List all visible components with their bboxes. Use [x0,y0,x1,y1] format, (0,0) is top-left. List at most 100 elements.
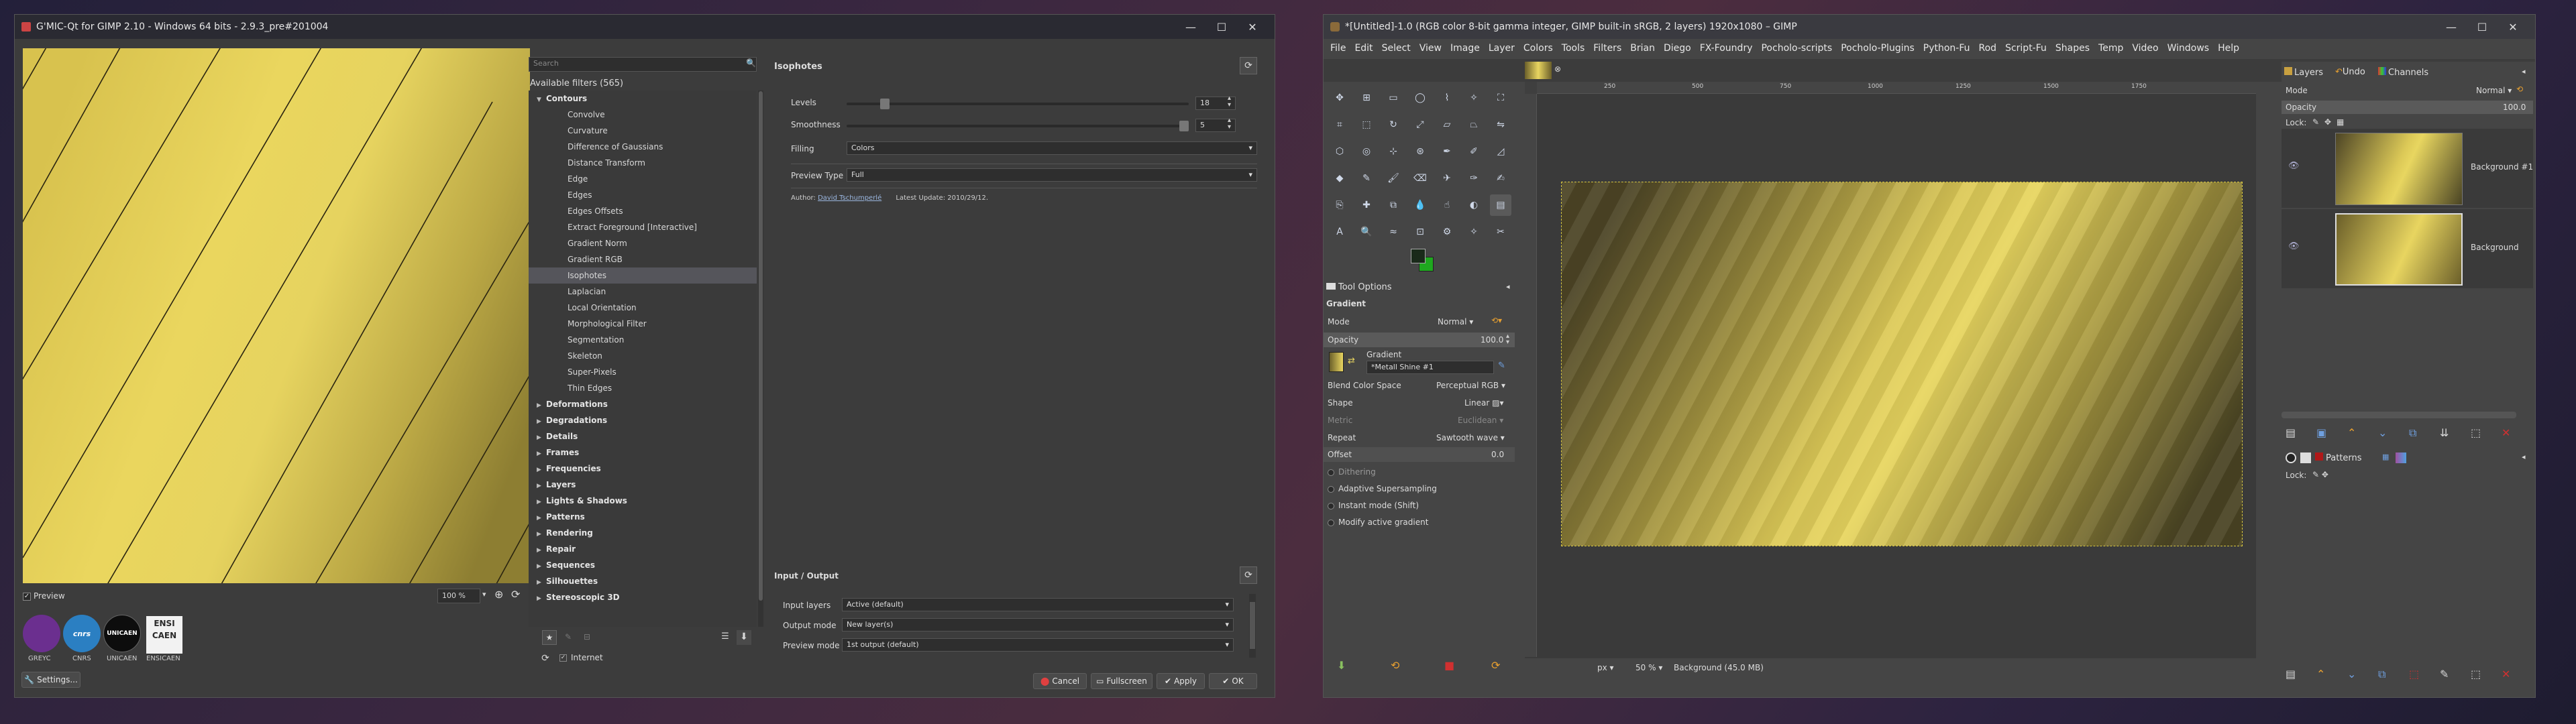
canvas-vscrollbar[interactable] [2247,95,2253,645]
delete-layer-icon[interactable]: ✕ [2502,426,2510,439]
dock-menu-icon[interactable]: ◂ [2522,67,2526,76]
patterns-lock-icon[interactable]: ✎ ✥ [2312,470,2328,479]
perspective-clone-tool-icon[interactable]: ⧉ [1383,194,1404,216]
gradient-name-field[interactable]: *Metall Shine #1 [1366,361,1494,374]
move-tool-icon[interactable]: ✥ [1329,87,1350,109]
tab-channels[interactable]: Channels [2378,67,2428,78]
preview-mode-select[interactable]: 1st output (default) ▾ [842,638,1234,652]
output-mode-select[interactable]: New layer(s) ▾ [842,618,1234,631]
canvas-area[interactable]: 250 500 750 1000 1250 1500 1750 [1525,82,2256,658]
lock-alpha-icon[interactable]: ▦ [2337,117,2344,127]
paint-bucket-tool-icon[interactable]: ◆ [1329,168,1350,189]
edit-gradient-icon[interactable]: ✎ [1498,361,1505,371]
category-item[interactable]: ▶ Degradations [529,412,757,428]
mypaint-tool-icon[interactable]: ✍ [1490,168,1511,189]
dithering-checkbox[interactable]: Dithering [1328,467,1376,477]
filter-item[interactable]: Distance Transform [529,155,757,171]
opacity-value[interactable]: 100.0 [1481,335,1503,345]
repeat-select[interactable]: Sawtooth wave ▾ [1436,433,1505,442]
levels-spin-arrows-icon[interactable]: ▴ ▾ [1228,95,1231,109]
toggle-visibility-icon[interactable]: ☰ [718,630,733,645]
filter-item[interactable]: Morphological Filter [529,316,757,332]
filter-item[interactable]: Local Orientation [529,300,757,316]
filter-item[interactable]: Convolve [529,107,757,123]
category-item[interactable]: ▶ Rendering [529,525,757,541]
tab-layers[interactable]: Layers [2284,67,2323,78]
add-favorite-icon[interactable]: ★ [542,630,557,645]
foreground-color-swatch[interactable] [1411,249,1426,263]
gradient-preview[interactable] [1329,352,1344,372]
zoom-select[interactable]: 50 % ▾ [1635,663,1662,672]
rotate-tool-icon[interactable]: ↻ [1383,114,1404,135]
menu-fx-foundry[interactable]: FX-Foundry [1700,43,1753,54]
category-item[interactable]: ▶ Frames [529,444,757,461]
filter-item[interactable]: Extract Foreground [Interactive] [529,219,757,235]
shear-tool-icon[interactable]: ▱ [1436,114,1458,135]
pattern-edit-icon[interactable]: ✎ [2440,668,2449,680]
vertical-ruler[interactable] [1525,94,1537,657]
horizontal-ruler[interactable]: 250 500 750 1000 1250 1500 1750 [1537,82,2256,94]
zoom-dropdown-icon[interactable]: ▾ [482,590,486,599]
zoom-fit-icon[interactable]: ⊕ [494,588,503,601]
flip-tool-icon[interactable]: ⇋ [1490,114,1511,135]
gradient-reverse-icon[interactable]: ⇄ [1348,356,1355,366]
input-layers-select[interactable]: Active (default) ▾ [842,598,1234,611]
panel-menu-icon[interactable]: ◂ [1506,282,1510,291]
handle-tool-icon[interactable]: ⊹ [1383,141,1404,162]
save-options-icon[interactable]: ⬇ [1337,659,1346,672]
filter-tree-scrollbar[interactable] [758,90,763,627]
rect-select-tool-icon[interactable]: ▭ [1383,87,1404,109]
apply-button[interactable]: ✔ Apply [1157,673,1205,689]
filter-search-input[interactable]: Search [529,57,757,72]
menu-filters[interactable]: Filters [1593,43,1621,54]
filter-item[interactable]: Super-Pixels [529,364,757,380]
merge-layer-icon[interactable]: ⇊ [2440,426,2449,439]
menu-tools[interactable]: Tools [1562,43,1585,54]
menu-python-fu[interactable]: Python-Fu [1923,43,1970,54]
gimp-minimize-button[interactable]: — [2436,15,2467,39]
fonts-tab-icon[interactable]: ▦ [2382,452,2389,461]
layer-row-1[interactable]: 👁 Background #1 [2282,129,2533,208]
pattern-select-icon[interactable]: ⬚ [2471,668,2481,680]
text-tool-icon[interactable]: A [1329,221,1350,243]
menu-shapes[interactable]: Shapes [2055,43,2090,54]
io-reset-icon[interactable]: ⟳ [1240,566,1257,584]
free-select-tool-icon[interactable]: ⌇ [1436,87,1458,109]
color-picker-tool-icon[interactable]: ✐ [1463,141,1485,162]
cancel-button[interactable]: ⬤ Cancel [1033,673,1087,689]
mode-select[interactable]: Normal ▾ [1438,317,1473,326]
layer-mode-select[interactable]: Normal ▾ [2476,86,2512,95]
zoom-field[interactable]: 100 % [437,589,480,603]
heal-tool-icon[interactable]: ✚ [1356,194,1377,216]
menu-video[interactable]: Video [2132,43,2158,54]
category-item[interactable]: ▶ Frequencies [529,461,757,477]
filter-tree[interactable]: ▼ Contours Convolve Curvature Difference of… [529,90,757,627]
menu-pocholo-plugins[interactable]: Pocholo-Plugins [1841,43,1915,54]
lock-pixels-icon[interactable]: ✎ [2312,117,2319,127]
search-icon[interactable]: 🔍 [746,58,756,68]
category-item[interactable]: ▶ Silhouettes [529,573,757,589]
levels-slider-handle[interactable] [879,99,890,109]
filling-select[interactable]: Colors ▾ [847,141,1257,155]
menu-windows[interactable]: Windows [2167,43,2210,54]
smoothness-spin-arrows-icon[interactable]: ▴ ▾ [1228,117,1231,131]
layer-name[interactable]: Background [2471,243,2519,252]
ink-tool-icon[interactable]: ✑ [1463,168,1485,189]
blur-tool-icon[interactable]: 💧 [1409,194,1431,216]
cage-tool-icon[interactable]: ⬡ [1329,141,1350,162]
preview-checkbox[interactable]: ✓ Preview [23,591,65,601]
author-link[interactable]: David Tschumperlé [818,194,881,202]
warp-tool-icon[interactable]: ◎ [1356,141,1377,162]
internet-checkbox[interactable]: ✓ Internet [559,653,603,662]
tool-options-tab[interactable]: Tool Options [1326,282,1392,292]
layer-row-2[interactable]: 👁 Background [2282,209,2533,288]
visibility-eye-icon[interactable]: 👁 [2288,161,2300,171]
n-point-tool-icon[interactable]: ⊛ [1409,141,1431,162]
align-tool-icon[interactable]: ⊞ [1356,87,1377,109]
menu-file[interactable]: File [1330,43,1346,54]
mode-reset-icon[interactable]: ⟲▾ [1491,316,1502,325]
gimp-close-button[interactable]: ✕ [2498,15,2528,39]
category-item[interactable]: ▶ Details [529,428,757,444]
fullscreen-button[interactable]: ▭ Fullscreen [1091,673,1152,689]
layer-mask-icon[interactable]: ⬚ [2471,426,2481,439]
